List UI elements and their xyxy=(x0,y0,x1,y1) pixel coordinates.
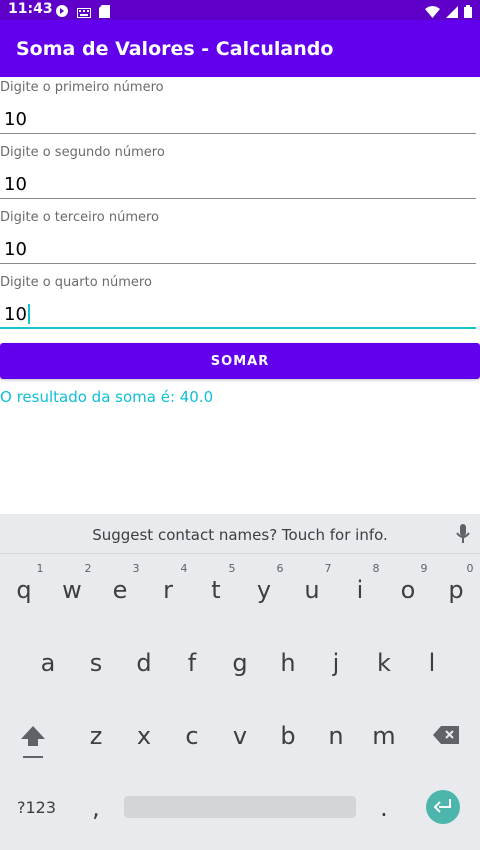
result-text: O resultado da soma é: 40.0 xyxy=(0,388,214,406)
key-h[interactable]: h xyxy=(264,649,312,677)
key-hint: 2 xyxy=(84,562,92,575)
suggestion-text[interactable]: Suggest contact names? Touch for info. xyxy=(0,526,480,544)
app-bar: Soma de Valores - Calculando xyxy=(0,20,480,77)
key-k[interactable]: k xyxy=(360,649,408,677)
spacebar[interactable] xyxy=(124,796,356,818)
fourth-number-input[interactable]: 10 xyxy=(4,304,30,325)
soft-keyboard: Suggest contact names? Touch for info. 1… xyxy=(0,514,480,850)
enter-key[interactable] xyxy=(426,790,460,824)
key-hint: 6 xyxy=(276,562,284,575)
third-number-underline xyxy=(0,263,476,264)
key-d[interactable]: d xyxy=(120,649,168,677)
key-v[interactable]: v xyxy=(216,722,264,750)
suggestion-bar[interactable]: Suggest contact names? Touch for info. xyxy=(0,514,480,554)
key-hint: 0 xyxy=(466,562,474,575)
shift-icon[interactable] xyxy=(20,724,46,764)
key-p[interactable]: p xyxy=(432,576,480,604)
period-key[interactable]: . xyxy=(360,794,408,822)
key-j[interactable]: j xyxy=(312,649,360,677)
key-z[interactable]: z xyxy=(72,722,120,750)
somar-button[interactable]: SOMAR xyxy=(0,343,480,379)
key-r[interactable]: r xyxy=(144,576,192,604)
key-o[interactable]: o xyxy=(384,576,432,604)
comma-key[interactable]: , xyxy=(72,794,120,822)
key-x[interactable]: x xyxy=(120,722,168,750)
key-g[interactable]: g xyxy=(216,649,264,677)
key-b[interactable]: b xyxy=(264,722,312,750)
key-q[interactable]: q xyxy=(0,576,48,604)
symbols-key[interactable]: ?123 xyxy=(17,798,56,817)
key-n[interactable]: n xyxy=(312,722,360,750)
key-hint: 1 xyxy=(36,562,44,575)
key-hint: 5 xyxy=(228,562,236,575)
app-title: Soma de Valores - Calculando xyxy=(16,38,334,60)
third-number-input[interactable]: 10 xyxy=(4,239,27,260)
key-f[interactable]: f xyxy=(168,649,216,677)
key-u[interactable]: u xyxy=(288,576,336,604)
status-bar: 11:43 xyxy=(0,0,480,20)
first-number-underline xyxy=(0,133,476,134)
fourth-number-value: 10 xyxy=(4,304,27,325)
key-m[interactable]: m xyxy=(360,722,408,750)
key-c[interactable]: c xyxy=(168,722,216,750)
fourth-number-label: Digite o quarto número xyxy=(0,275,152,290)
key-w[interactable]: w xyxy=(48,576,96,604)
key-hint: 4 xyxy=(180,562,188,575)
key-t[interactable]: t xyxy=(192,576,240,604)
fourth-number-underline xyxy=(0,327,476,329)
first-number-label: Digite o primeiro número xyxy=(0,80,164,95)
key-hint: 7 xyxy=(324,562,332,575)
microphone-icon[interactable] xyxy=(456,524,470,548)
backspace-icon[interactable] xyxy=(433,726,459,748)
second-number-underline xyxy=(0,198,476,199)
enter-icon xyxy=(433,798,452,817)
key-s[interactable]: s xyxy=(72,649,120,677)
key-e[interactable]: e xyxy=(96,576,144,604)
key-i[interactable]: i xyxy=(336,576,384,604)
second-number-input[interactable]: 10 xyxy=(4,174,27,195)
key-l[interactable]: l xyxy=(408,649,456,677)
key-hint: 3 xyxy=(132,562,140,575)
key-a[interactable]: a xyxy=(24,649,72,677)
status-time: 11:43 xyxy=(8,1,53,17)
third-number-label: Digite o terceiro número xyxy=(0,210,160,225)
first-number-input[interactable]: 10 xyxy=(4,109,27,130)
key-y[interactable]: y xyxy=(240,576,288,604)
key-hint: 8 xyxy=(372,562,380,575)
text-cursor xyxy=(27,304,30,324)
second-number-label: Digite o segundo número xyxy=(0,145,165,160)
key-hint: 9 xyxy=(420,562,428,575)
